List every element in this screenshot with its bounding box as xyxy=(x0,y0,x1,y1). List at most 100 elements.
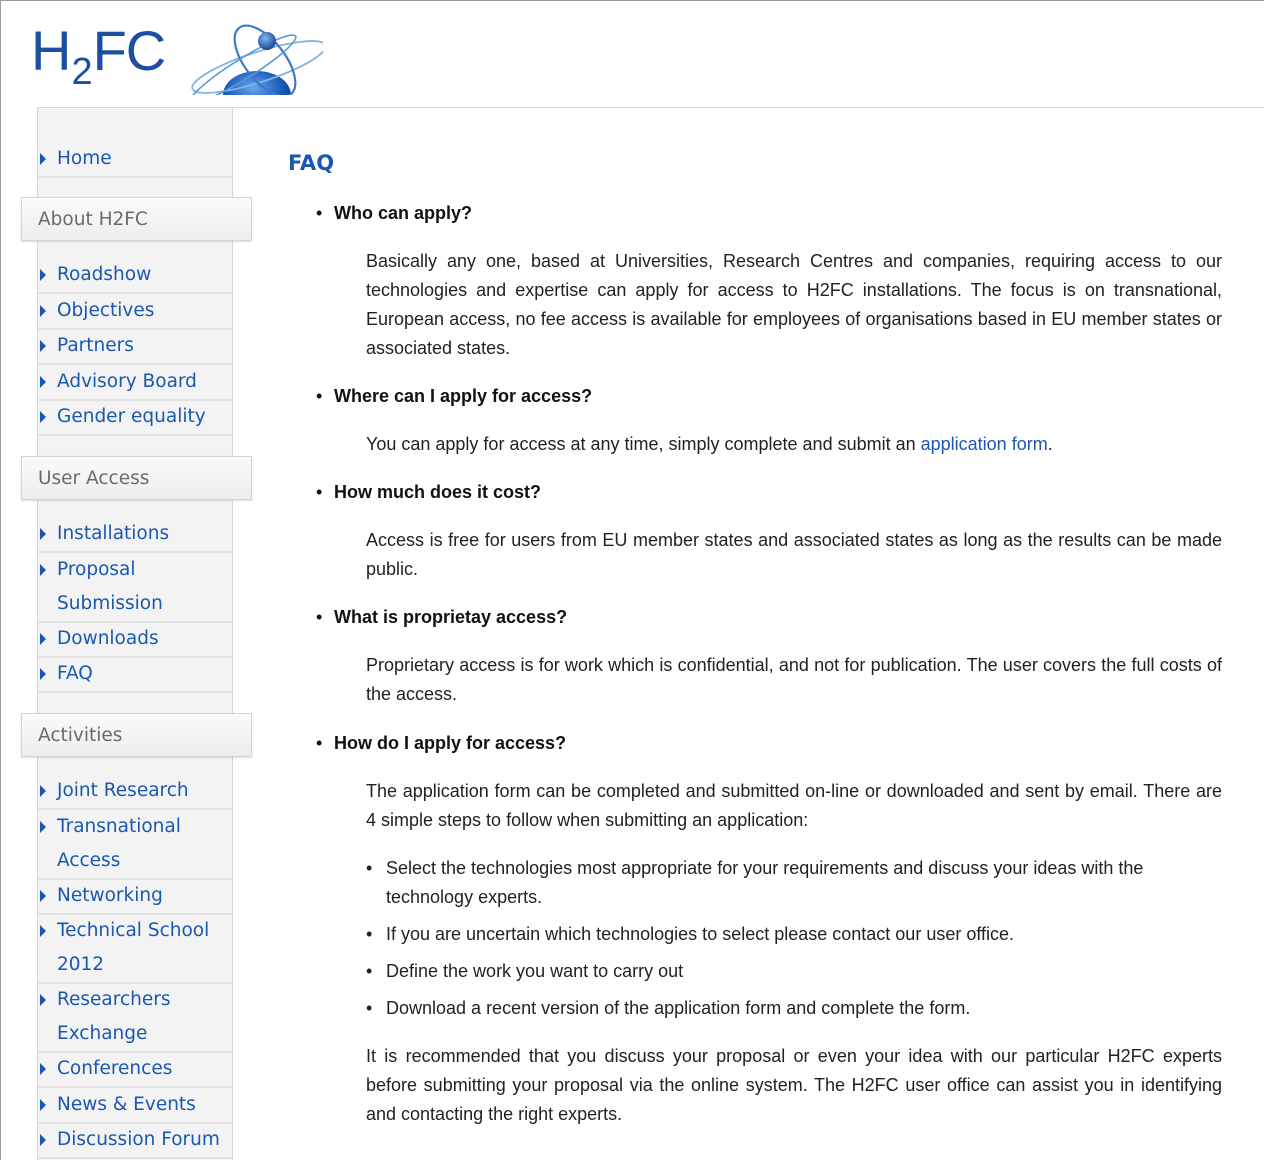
sidebar-item-transnational-access[interactable]: Transnational Access xyxy=(38,810,232,880)
triangle-right-icon xyxy=(40,340,46,352)
sidebar-item-gender-equality[interactable]: Gender equality xyxy=(38,400,232,436)
bullet: • xyxy=(366,858,373,878)
list-item: • If you are uncertain which technologie… xyxy=(366,920,1226,949)
logo-wordmark: H2FC xyxy=(31,19,166,93)
list-item-text: If you are uncertain which technologies … xyxy=(386,924,1015,944)
sidebar-item-home[interactable]: Home xyxy=(38,142,232,178)
sidebar-item-label: Transnational xyxy=(57,816,181,837)
sidebar-item-faq[interactable]: FAQ xyxy=(38,657,232,693)
faq-question-text: What is proprietay access? xyxy=(334,607,568,627)
sidebar-item-label: Submission xyxy=(57,593,163,614)
faq-question: • How much does it cost? xyxy=(316,482,542,503)
application-form-link[interactable]: application form xyxy=(921,434,1048,454)
triangle-right-icon xyxy=(40,668,46,680)
sidebar-item-joint-research[interactable]: Joint Research xyxy=(38,774,232,810)
triangle-right-icon xyxy=(40,1134,46,1146)
faq-closing-paragraph: It is recommended that you discuss your … xyxy=(366,1046,1222,1124)
faq-question: • How do I apply for access? xyxy=(316,733,567,754)
sidebar-item-label: Gender equality xyxy=(57,406,206,427)
sidebar-item-label: Installations xyxy=(57,523,170,544)
faq-question: • Who can apply? xyxy=(316,203,473,224)
list-item: • Define the work you want to carry out xyxy=(366,957,1226,986)
triangle-right-icon xyxy=(40,633,46,645)
list-item-text: Download a recent version of the applica… xyxy=(386,998,971,1018)
faq-question: • Where can I apply for access? xyxy=(316,386,593,407)
sidebar-item-label: 2012 xyxy=(57,954,105,975)
sidebar-item-label: Researchers xyxy=(57,989,171,1010)
sidebar-item-label: Conferences xyxy=(57,1058,173,1079)
triangle-right-icon xyxy=(40,153,46,165)
sidebar-item-label: FAQ xyxy=(57,663,93,684)
sidebar-item-label: Discussion Forum xyxy=(57,1129,220,1150)
atom-icon xyxy=(189,24,323,95)
sidebar-item-label: Networking xyxy=(57,885,163,906)
sidebar-item-label: Roadshow xyxy=(57,264,152,285)
triangle-right-icon xyxy=(40,305,46,317)
faq-answer: Access is free for users from EU member … xyxy=(366,530,1222,579)
sidebar-item-installations[interactable]: Installations xyxy=(38,517,232,553)
list-item-text: Define the work you want to carry out xyxy=(386,961,684,981)
sidebar-item-label: Advisory Board xyxy=(57,371,197,392)
sidebar-item-label: Home xyxy=(57,148,112,169)
sidebar-section-about: About H2FC xyxy=(21,197,252,241)
triangle-right-icon xyxy=(40,528,46,540)
faq-question-text: Who can apply? xyxy=(334,203,473,223)
sidebar-item-downloads[interactable]: Downloads xyxy=(38,622,232,658)
triangle-right-icon xyxy=(40,925,46,937)
sidebar-item-label: Joint Research xyxy=(57,780,189,801)
sidebar-item-label: News & Events xyxy=(57,1094,196,1115)
faq-answer-text: You can apply for access at any time, si… xyxy=(366,434,921,454)
bullet: • xyxy=(316,203,323,223)
bullet: • xyxy=(316,733,323,753)
bullet: • xyxy=(316,482,323,502)
triangle-right-icon xyxy=(40,269,46,281)
page-title: FAQ xyxy=(288,151,335,175)
sidebar-item-label: Exchange xyxy=(57,1023,148,1044)
triangle-right-icon xyxy=(40,890,46,902)
triangle-right-icon xyxy=(40,994,46,1006)
triangle-right-icon xyxy=(40,821,46,833)
faq-question-text: How do I apply for access? xyxy=(334,733,567,753)
sidebar-section-activities: Activities xyxy=(21,713,252,757)
triangle-right-icon xyxy=(40,785,46,797)
triangle-right-icon xyxy=(40,376,46,388)
sidebar-item-networking[interactable]: Networking xyxy=(38,879,232,915)
bullet: • xyxy=(316,607,323,627)
triangle-right-icon xyxy=(40,1099,46,1111)
h2fc-logo[interactable]: H2FC xyxy=(31,19,331,99)
faq-answer: You can apply for access at any time, si… xyxy=(366,430,1222,459)
sidebar-section-user-access: User Access xyxy=(21,456,252,500)
triangle-right-icon xyxy=(40,1063,46,1075)
faq-question-text: How much does it cost? xyxy=(334,482,542,502)
faq-answer: Proprietary access is for work which is … xyxy=(366,655,1222,704)
sidebar-item-label: Objectives xyxy=(57,300,155,321)
faq-question-text: Where can I apply for access? xyxy=(334,386,593,406)
sidebar-item-technical-school[interactable]: Technical School 2012 xyxy=(38,914,232,984)
sidebar-item-researchers-exchange[interactable]: Researchers Exchange xyxy=(38,983,232,1053)
sidebar: Home Roadshow Objectives Partners Adviso… xyxy=(37,108,233,1160)
list-item: • Download a recent version of the appli… xyxy=(366,994,1226,1023)
browser-page: H2FC Home Roadshow Objectives Partners A… xyxy=(0,0,1264,1160)
sidebar-item-label: Technical School xyxy=(57,920,210,941)
sidebar-item-news-events[interactable]: News & Events xyxy=(38,1088,232,1124)
sidebar-item-advisory-board[interactable]: Advisory Board xyxy=(38,365,232,401)
sidebar-item-partners[interactable]: Partners xyxy=(38,329,232,365)
list-item: • Select the technologies most appropria… xyxy=(366,854,1226,912)
sidebar-item-conferences[interactable]: Conferences xyxy=(38,1052,232,1088)
sidebar-item-label: Proposal xyxy=(57,559,136,580)
triangle-right-icon xyxy=(40,564,46,576)
sidebar-item-label: Downloads xyxy=(57,628,159,649)
sidebar-item-discussion-forum[interactable]: Discussion Forum xyxy=(38,1123,232,1159)
sidebar-item-roadshow[interactable]: Roadshow xyxy=(38,258,232,294)
faq-answer-text: . xyxy=(1047,434,1053,454)
faq-answer: Basically any one, based at Universities… xyxy=(366,251,1222,358)
bullet: • xyxy=(366,961,373,981)
sidebar-item-label: Access xyxy=(57,850,121,871)
bullet: • xyxy=(316,386,323,406)
faq-answer: The application form can be completed an… xyxy=(366,781,1222,830)
faq-question: • What is proprietay access? xyxy=(316,607,568,628)
sidebar-item-objectives[interactable]: Objectives xyxy=(38,294,232,330)
sidebar-item-label: Partners xyxy=(57,335,134,356)
sidebar-item-proposal-submission[interactable]: Proposal Submission xyxy=(38,553,232,623)
triangle-right-icon xyxy=(40,411,46,423)
